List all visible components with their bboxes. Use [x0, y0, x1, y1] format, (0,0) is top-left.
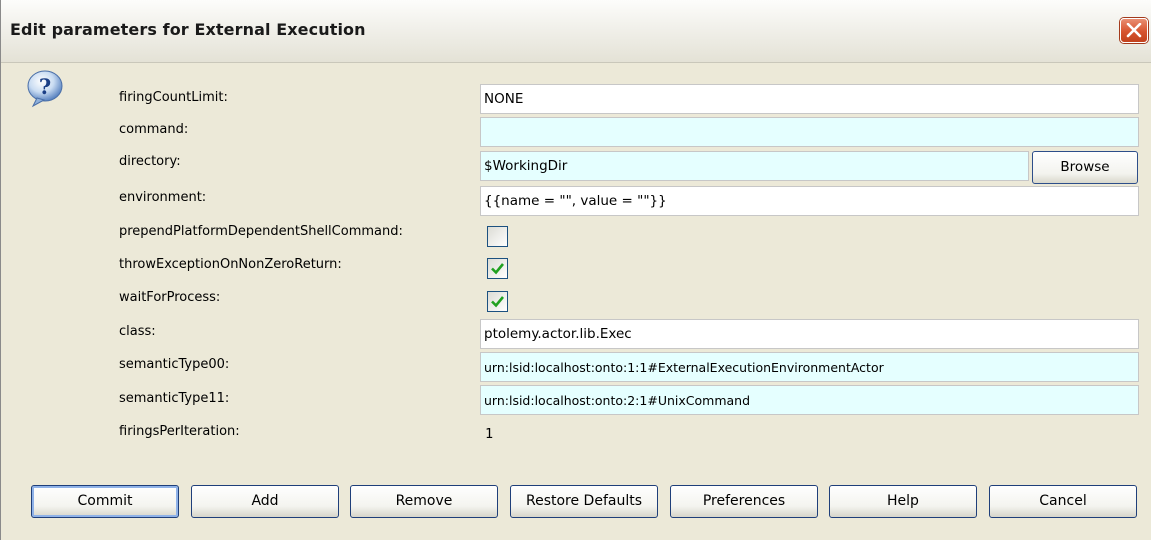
preferences-button[interactable]: Preferences [670, 485, 818, 518]
environment-input[interactable] [480, 186, 1139, 216]
semantic-type-11-input[interactable] [480, 385, 1139, 415]
class-input[interactable] [480, 319, 1139, 349]
add-button[interactable]: Add [191, 485, 339, 518]
label-environment: environment: [119, 190, 207, 205]
title-bar[interactable]: Edit parameters for External Execution [1, 0, 1151, 63]
label-semantic-type-00: semanticType00: [119, 357, 230, 372]
throw-exception-checkbox[interactable] [487, 258, 508, 279]
label-wait-for-process: waitForProcess: [119, 290, 221, 305]
label-class: class: [119, 324, 156, 339]
browse-button[interactable]: Browse [1032, 151, 1138, 184]
firing-count-limit-input[interactable] [480, 84, 1139, 114]
semantic-type-00-input[interactable] [480, 352, 1139, 382]
label-throw-exception: throwExceptionOnNonZeroReturn: [119, 257, 342, 272]
cancel-button[interactable]: Cancel [989, 485, 1137, 518]
label-firing-count-limit: firingCountLimit: [119, 90, 228, 105]
label-directory: directory: [119, 154, 181, 169]
label-firings-per-iteration: firingsPerIteration: [119, 424, 240, 439]
remove-button[interactable]: Remove [350, 485, 498, 518]
dialog-window: Edit parameters for External Execution ?… [0, 0, 1151, 540]
help-button[interactable]: Help [829, 485, 977, 518]
prepend-shell-command-checkbox[interactable] [487, 226, 508, 247]
command-input[interactable] [480, 117, 1139, 147]
close-x-icon [1126, 23, 1142, 38]
label-prepend-shell-command: prependPlatformDependentShellCommand: [119, 224, 403, 239]
restore-defaults-button[interactable]: Restore Defaults [510, 485, 658, 518]
wait-for-process-checkbox[interactable] [487, 291, 508, 312]
window-title: Edit parameters for External Execution [10, 20, 366, 39]
close-button[interactable] [1120, 18, 1148, 43]
label-command: command: [119, 122, 189, 137]
firings-per-iteration-value: 1 [485, 426, 494, 442]
commit-button[interactable]: Commit [31, 485, 179, 518]
label-semantic-type-11: semanticType11: [119, 391, 230, 406]
checkmark-icon [491, 263, 505, 275]
checkmark-icon [491, 296, 505, 308]
directory-input[interactable] [480, 151, 1029, 181]
svg-text:?: ? [39, 74, 51, 99]
question-mark-icon: ? [25, 68, 65, 108]
